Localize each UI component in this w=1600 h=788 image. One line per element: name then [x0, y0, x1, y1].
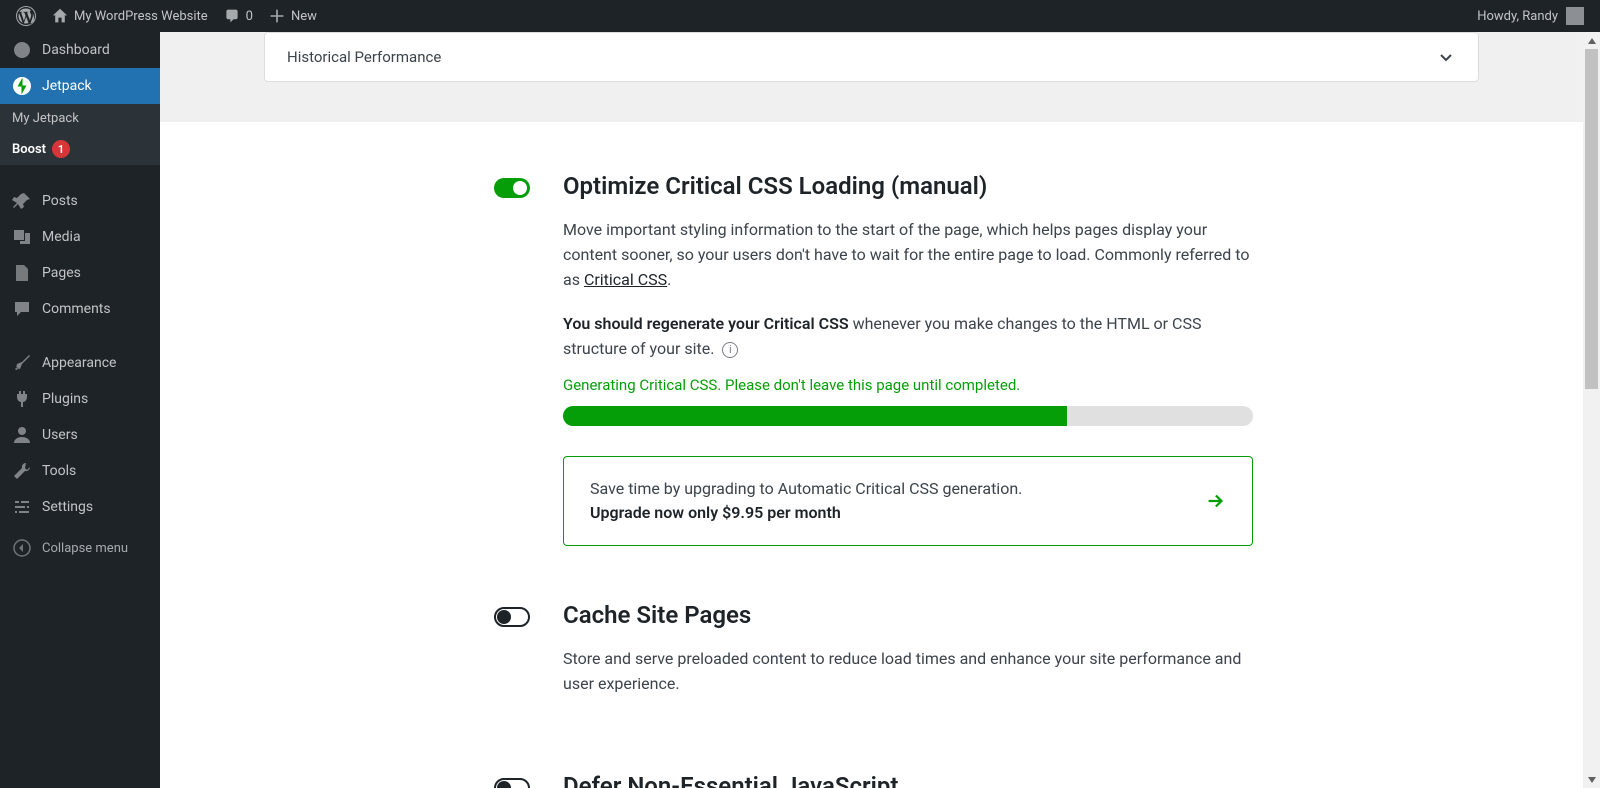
plug-icon — [12, 389, 32, 409]
regen-note: You should regenerate your Critical CSS … — [563, 312, 1253, 362]
tools-label: Tools — [42, 463, 76, 479]
boost-badge: 1 — [52, 140, 70, 158]
pin-icon — [12, 191, 32, 211]
greeting-text: Howdy, Randy — [1477, 9, 1558, 24]
scrollbar[interactable] — [1583, 32, 1600, 788]
scrollbar-thumb[interactable] — [1585, 49, 1598, 389]
progress-fill — [563, 406, 1067, 426]
admin-bar-left: My WordPress Website 0 New — [8, 0, 325, 32]
posts-label: Posts — [42, 193, 78, 209]
sidebar-item-settings[interactable]: Settings — [0, 489, 160, 525]
collapse-icon — [12, 538, 32, 558]
toggle-critical-css[interactable] — [494, 178, 530, 198]
sliders-icon — [12, 497, 32, 517]
plus-icon — [269, 8, 285, 24]
comments-button[interactable]: 0 — [216, 0, 261, 32]
settings-label: Settings — [42, 499, 93, 515]
user-icon — [12, 425, 32, 445]
home-icon — [52, 8, 68, 24]
cache-desc: Store and serve preloaded content to red… — [563, 647, 1253, 697]
main-content: Historical Performance Optimize Critical… — [160, 32, 1600, 788]
sidebar-item-tools[interactable]: Tools — [0, 453, 160, 489]
new-button[interactable]: New — [261, 0, 325, 32]
feature-defer: Defer Non-Essential JavaScript — [264, 772, 1479, 788]
critical-css-title: Optimize Critical CSS Loading (manual) — [563, 172, 1253, 200]
dashboard-label: Dashboard — [42, 42, 110, 58]
jetpack-label: Jetpack — [42, 78, 92, 94]
scroll-up-icon[interactable] — [1583, 32, 1600, 49]
media-label: Media — [42, 229, 81, 245]
toggle-defer[interactable] — [494, 778, 530, 788]
site-home-button[interactable]: My WordPress Website — [44, 0, 216, 32]
boost-label: Boost — [12, 142, 46, 157]
sidebar-item-dashboard[interactable]: Dashboard — [0, 32, 160, 68]
admin-bar: My WordPress Website 0 New Howdy, Randy — [0, 0, 1600, 32]
appearance-label: Appearance — [42, 355, 116, 371]
critical-css-link[interactable]: Critical CSS — [584, 270, 667, 289]
plugins-label: Plugins — [42, 391, 88, 407]
chevron-down-icon — [1436, 47, 1456, 67]
accordion-title: Historical Performance — [287, 48, 441, 66]
users-label: Users — [42, 427, 78, 443]
wrench-icon — [12, 461, 32, 481]
new-label: New — [291, 9, 317, 24]
avatar — [1566, 7, 1584, 25]
sidebar-collapse[interactable]: Collapse menu — [0, 530, 160, 566]
sidebar-item-pages[interactable]: Pages — [0, 255, 160, 291]
upsell-text: Save time by upgrading to Automatic Crit… — [590, 477, 1022, 525]
sidebar-item-plugins[interactable]: Plugins — [0, 381, 160, 417]
sidebar-item-users[interactable]: Users — [0, 417, 160, 453]
scroll-down-icon[interactable] — [1583, 771, 1600, 788]
arrow-right-icon — [1204, 490, 1226, 512]
wordpress-icon — [16, 6, 36, 26]
sidebar-item-media[interactable]: Media — [0, 219, 160, 255]
comments-label: Comments — [42, 301, 111, 317]
sidebar-item-comments[interactable]: Comments — [0, 291, 160, 327]
comments-count: 0 — [246, 9, 253, 24]
critical-css-desc: Move important styling information to th… — [563, 218, 1253, 292]
sidebar-item-appearance[interactable]: Appearance — [0, 345, 160, 381]
info-icon[interactable]: i — [722, 342, 738, 358]
media-icon — [12, 227, 32, 247]
toggle-cache[interactable] — [494, 607, 530, 627]
sidebar-item-jetpack[interactable]: Jetpack — [0, 68, 160, 104]
feature-critical-css: Optimize Critical CSS Loading (manual) M… — [264, 172, 1479, 546]
admin-sidebar: Dashboard Jetpack My Jetpack Boost 1 Pos… — [0, 32, 160, 788]
feature-cache: Cache Site Pages Store and serve preload… — [264, 601, 1479, 717]
site-name: My WordPress Website — [74, 9, 208, 24]
collapse-label: Collapse menu — [42, 541, 128, 556]
progress-bar — [563, 406, 1253, 426]
admin-bar-account[interactable]: Howdy, Randy — [1477, 7, 1592, 25]
pages-label: Pages — [42, 265, 81, 281]
comment-icon — [224, 8, 240, 24]
defer-title: Defer Non-Essential JavaScript — [563, 772, 1253, 788]
brush-icon — [12, 353, 32, 373]
pages-icon — [12, 263, 32, 283]
generating-status: Generating Critical CSS. Please don't le… — [563, 376, 1253, 394]
historical-performance-accordion[interactable]: Historical Performance — [264, 32, 1479, 82]
jetpack-icon — [12, 76, 32, 96]
myjetpack-label: My Jetpack — [12, 111, 79, 126]
cache-title: Cache Site Pages — [563, 601, 1253, 629]
dashboard-icon — [12, 40, 32, 60]
sidebar-subitem-boost[interactable]: Boost 1 — [0, 133, 160, 165]
sidebar-subitem-myjetpack[interactable]: My Jetpack — [0, 104, 160, 133]
sidebar-item-posts[interactable]: Posts — [0, 183, 160, 219]
comments-icon — [12, 299, 32, 319]
wp-logo-button[interactable] — [8, 0, 44, 32]
upsell-card[interactable]: Save time by upgrading to Automatic Crit… — [563, 456, 1253, 546]
